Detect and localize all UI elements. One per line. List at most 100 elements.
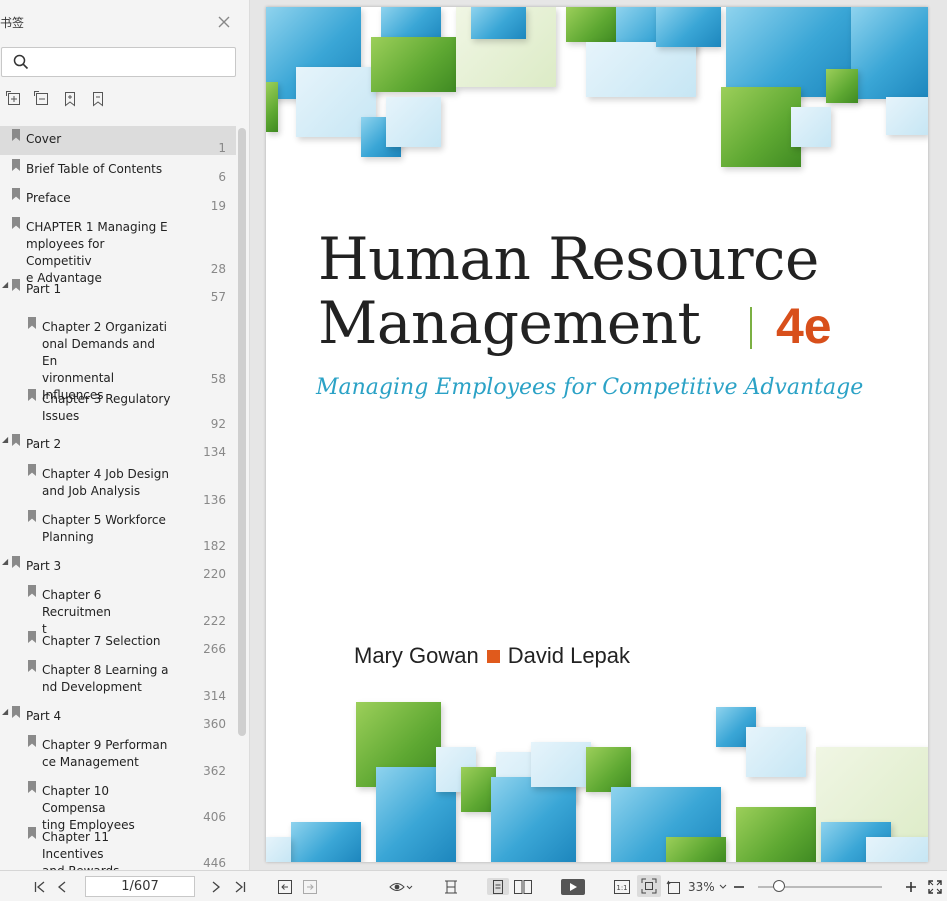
bookmark-page-number: 28 — [210, 262, 226, 276]
bookmark-item[interactable]: ◢ Part 1 57 — [0, 276, 236, 304]
search-icon — [13, 54, 29, 74]
book-title-line2: Management — [318, 289, 701, 357]
author-2: David Lepak — [507, 643, 631, 668]
expand-caret-icon[interactable]: ◢ — [2, 435, 8, 444]
bookmark-item[interactable]: Chapter 2 Organizati onal Demands and En… — [0, 314, 236, 402]
bookmark-item[interactable]: Cover 1 — [0, 126, 236, 155]
bookmark-item[interactable]: Chapter 5 Workforce Planning 182 — [0, 507, 236, 553]
decorative-square — [791, 107, 831, 147]
bookmark-label: Chapter 4 Job Design and Job Analysis — [42, 467, 169, 498]
first-page-icon[interactable] — [34, 878, 46, 895]
add-bookmark-icon[interactable] — [62, 91, 78, 107]
bookmark-label: Chapter 3 Regulatory Issues — [42, 392, 171, 423]
decorative-square — [866, 837, 928, 862]
author-1: Mary Gowan — [354, 643, 479, 668]
bookmark-page-number: 266 — [203, 642, 226, 656]
bookmarks-header: 书签 — [0, 0, 250, 44]
decorative-square — [371, 37, 456, 92]
fit-width-icon[interactable] — [444, 878, 458, 895]
bookmark-item[interactable]: Chapter 3 Regulatory Issues 92 — [0, 386, 236, 431]
decorative-square — [586, 747, 631, 792]
bookmark-item[interactable]: ◢ Part 3 220 — [0, 553, 236, 581]
bookmark-icon[interactable] — [90, 91, 106, 107]
bookmark-flag-icon — [12, 217, 20, 229]
bookmark-flag-icon — [28, 735, 36, 747]
bookmark-label: Chapter 11 Incentives and Rewards — [42, 830, 119, 870]
fit-page-icon[interactable] — [637, 875, 661, 897]
bookmark-label: Chapter 7 Selection — [42, 634, 161, 648]
bookmark-page-number: 182 — [203, 539, 226, 553]
zoom-level[interactable]: 33% — [688, 878, 728, 895]
book-cover-page: Human Resource Management 4e Managing Em… — [266, 7, 928, 862]
bookmark-label: Cover — [26, 132, 62, 146]
eye-comfort-icon[interactable] — [389, 878, 413, 895]
bookmark-item[interactable]: ◢ Part 4 360 — [0, 703, 236, 731]
bookmark-label: Part 4 — [26, 709, 62, 723]
bookmark-label: Part 1 — [26, 282, 62, 296]
bookmark-page-number: 6 — [218, 170, 226, 184]
bookmark-item[interactable]: Preface 19 — [0, 185, 236, 213]
bookmark-page-number: 220 — [203, 567, 226, 581]
bookmarks-panel: 书签 Cover 1 Brief Table of Contents 6 Pre… — [0, 0, 250, 870]
bookmark-item[interactable]: Chapter 6 Recruitmen t 222 — [0, 582, 236, 636]
search-input[interactable] — [36, 52, 226, 72]
decorative-square — [826, 69, 858, 103]
bookmark-page-number: 136 — [203, 493, 226, 507]
decorative-square — [656, 7, 721, 47]
bookmark-flag-icon — [12, 706, 20, 718]
bookmark-toolbar — [6, 91, 106, 109]
decorative-square — [721, 87, 801, 167]
forward-icon[interactable] — [303, 878, 317, 895]
last-page-icon[interactable] — [234, 878, 246, 895]
authors: Mary Gowan David Lepak — [354, 643, 630, 669]
decorative-square — [266, 837, 291, 862]
zoom-in-icon[interactable] — [905, 878, 917, 895]
decorative-square — [666, 837, 726, 862]
bookmark-flag-icon — [28, 585, 36, 597]
bookmark-item[interactable]: ◢ Part 2 134 — [0, 431, 236, 459]
expand-caret-icon[interactable]: ◢ — [2, 557, 8, 566]
prev-page-icon[interactable] — [57, 878, 67, 895]
single-page-icon[interactable] — [487, 878, 509, 895]
bookmark-item[interactable]: Chapter 4 Job Design and Job Analysis 136 — [0, 461, 236, 507]
two-page-icon[interactable] — [514, 878, 532, 895]
bookmark-flag-icon — [28, 389, 36, 401]
zoom-slider-handle[interactable] — [773, 880, 785, 892]
bookmark-item[interactable]: Chapter 9 Performan ce Management 362 — [0, 732, 236, 778]
next-page-icon[interactable] — [211, 878, 221, 895]
zoom-out-icon[interactable] — [733, 878, 745, 895]
page-number-field[interactable]: 1/607 — [85, 876, 195, 897]
rotate-icon[interactable] — [666, 878, 682, 895]
fullscreen-icon[interactable] — [928, 878, 942, 895]
decorative-square — [291, 822, 361, 862]
actual-size-icon[interactable]: 1:1 — [614, 878, 630, 895]
bookmark-item[interactable]: Chapter 11 Incentives and Rewards 446 — [0, 824, 236, 870]
bookmark-page-number: 406 — [203, 810, 226, 824]
expand-all-icon[interactable] — [6, 91, 22, 107]
decorative-square — [586, 42, 696, 97]
bookmark-flag-icon — [28, 510, 36, 522]
bookmark-item[interactable]: Chapter 8 Learning a nd Development 314 — [0, 657, 236, 703]
bookmark-flag-icon — [12, 279, 20, 291]
sidebar-scrollbar[interactable] — [238, 128, 246, 736]
bookmark-item[interactable]: Chapter 10 Compensa ting Employees 406 — [0, 778, 236, 832]
back-icon[interactable] — [278, 878, 292, 895]
close-icon[interactable] — [216, 14, 232, 30]
bookmark-item[interactable]: CHAPTER 1 Managing E mployees for Compet… — [0, 214, 236, 285]
bookmark-item[interactable]: Brief Table of Contents 6 — [0, 156, 236, 184]
decorative-square — [266, 82, 278, 132]
bookmark-item[interactable]: Chapter 7 Selection 266 — [0, 628, 236, 656]
document-viewport[interactable]: Human Resource Management 4e Managing Em… — [251, 0, 947, 870]
collapse-all-icon[interactable] — [34, 91, 50, 107]
bookmark-page-number: 360 — [203, 717, 226, 731]
expand-caret-icon[interactable]: ◢ — [2, 280, 8, 289]
bookmark-page-number: 314 — [203, 689, 226, 703]
expand-caret-icon[interactable]: ◢ — [2, 707, 8, 716]
bookmark-flag-icon — [28, 660, 36, 672]
decorative-square — [886, 97, 928, 135]
decorative-square — [531, 742, 591, 787]
bookmark-search[interactable] — [1, 47, 236, 77]
play-icon[interactable] — [561, 878, 585, 895]
bookmarks-title: 书签 — [0, 16, 25, 30]
decorative-square — [851, 7, 928, 99]
